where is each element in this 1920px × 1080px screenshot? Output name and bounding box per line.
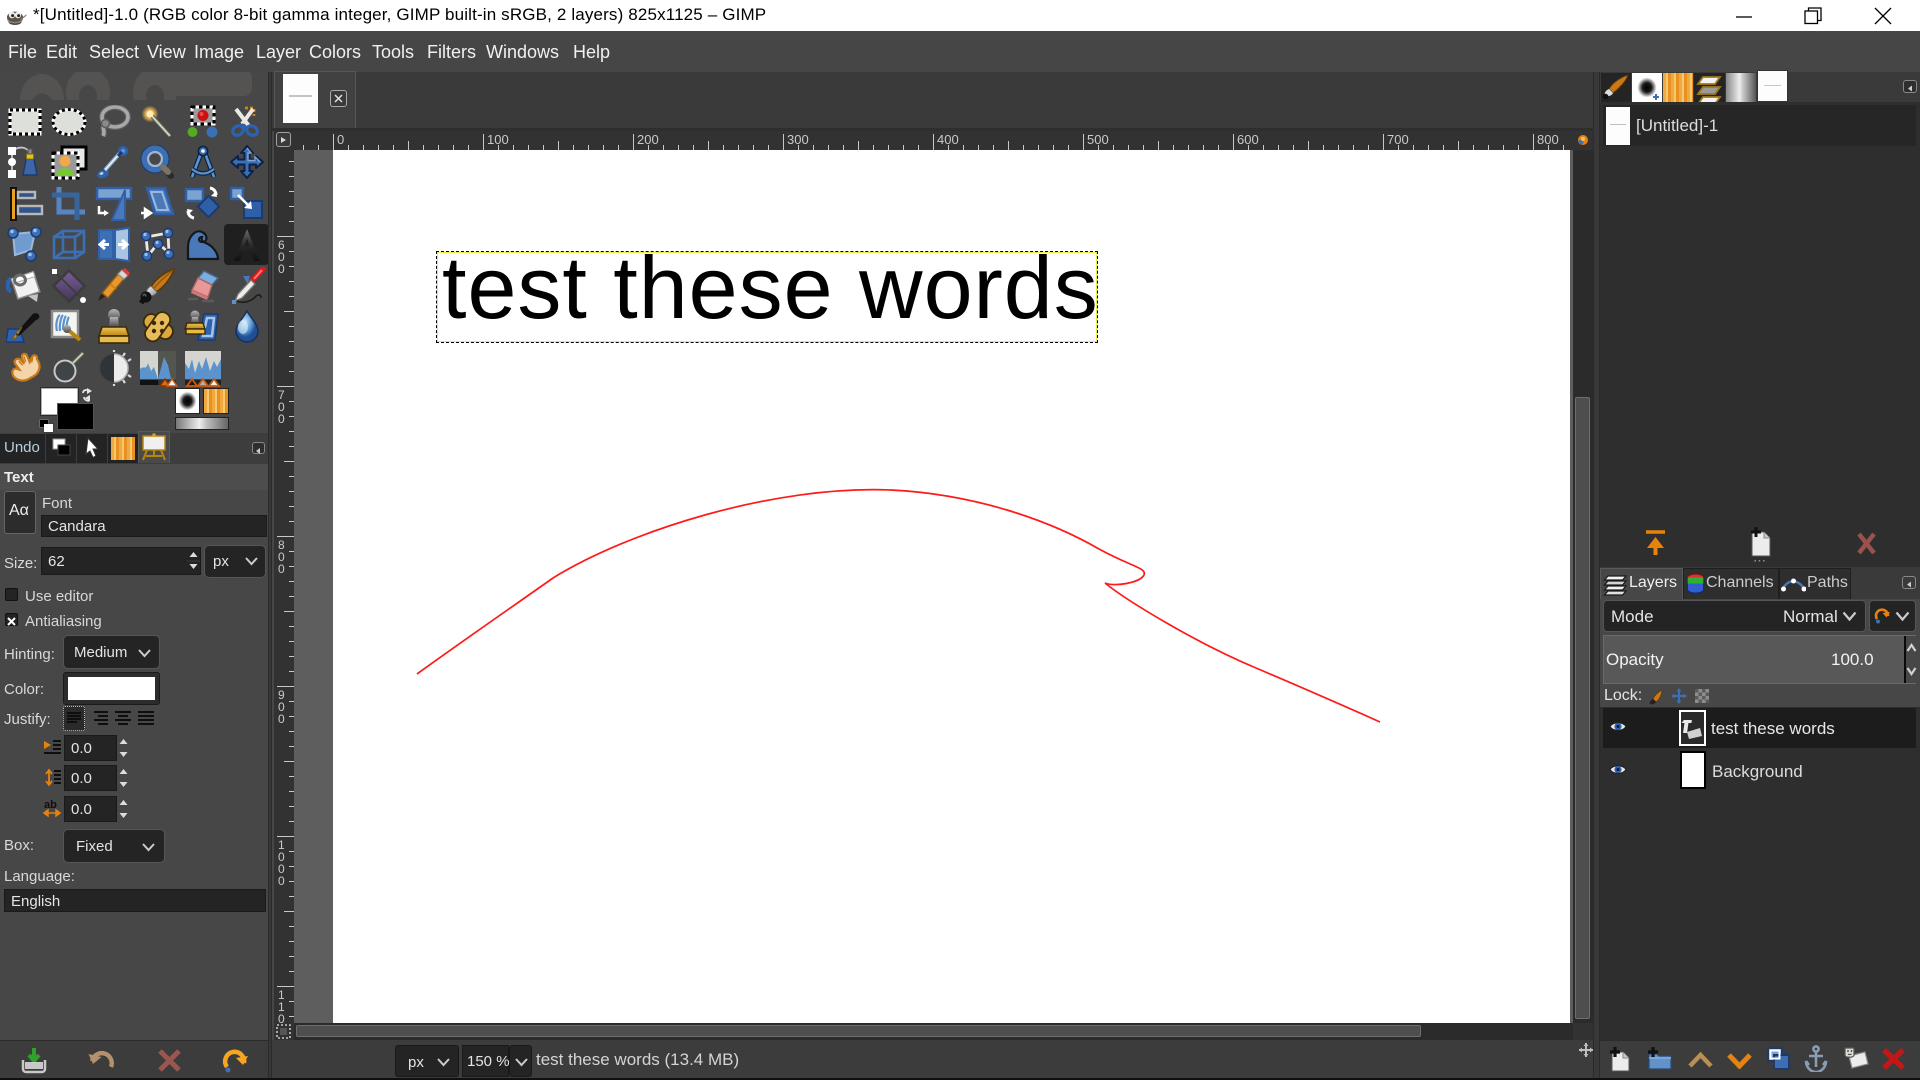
svg-text:0: 0	[278, 1012, 285, 1023]
svg-text:600: 600	[1237, 132, 1259, 147]
svg-text:0: 0	[278, 412, 285, 426]
svg-text:ab: ab	[44, 799, 57, 811]
svg-text:100: 100	[487, 132, 509, 147]
svg-text:800: 800	[1537, 132, 1559, 147]
svg-text:0: 0	[278, 562, 285, 576]
svg-text:400: 400	[937, 132, 959, 147]
svg-text:300: 300	[787, 132, 809, 147]
svg-text:0: 0	[278, 874, 285, 888]
svg-text:200: 200	[637, 132, 659, 147]
svg-text:0: 0	[278, 712, 285, 726]
svg-text:500: 500	[1087, 132, 1109, 147]
svg-text:0: 0	[337, 132, 344, 147]
svg-text:0: 0	[278, 262, 285, 276]
svg-text:700: 700	[1387, 132, 1409, 147]
